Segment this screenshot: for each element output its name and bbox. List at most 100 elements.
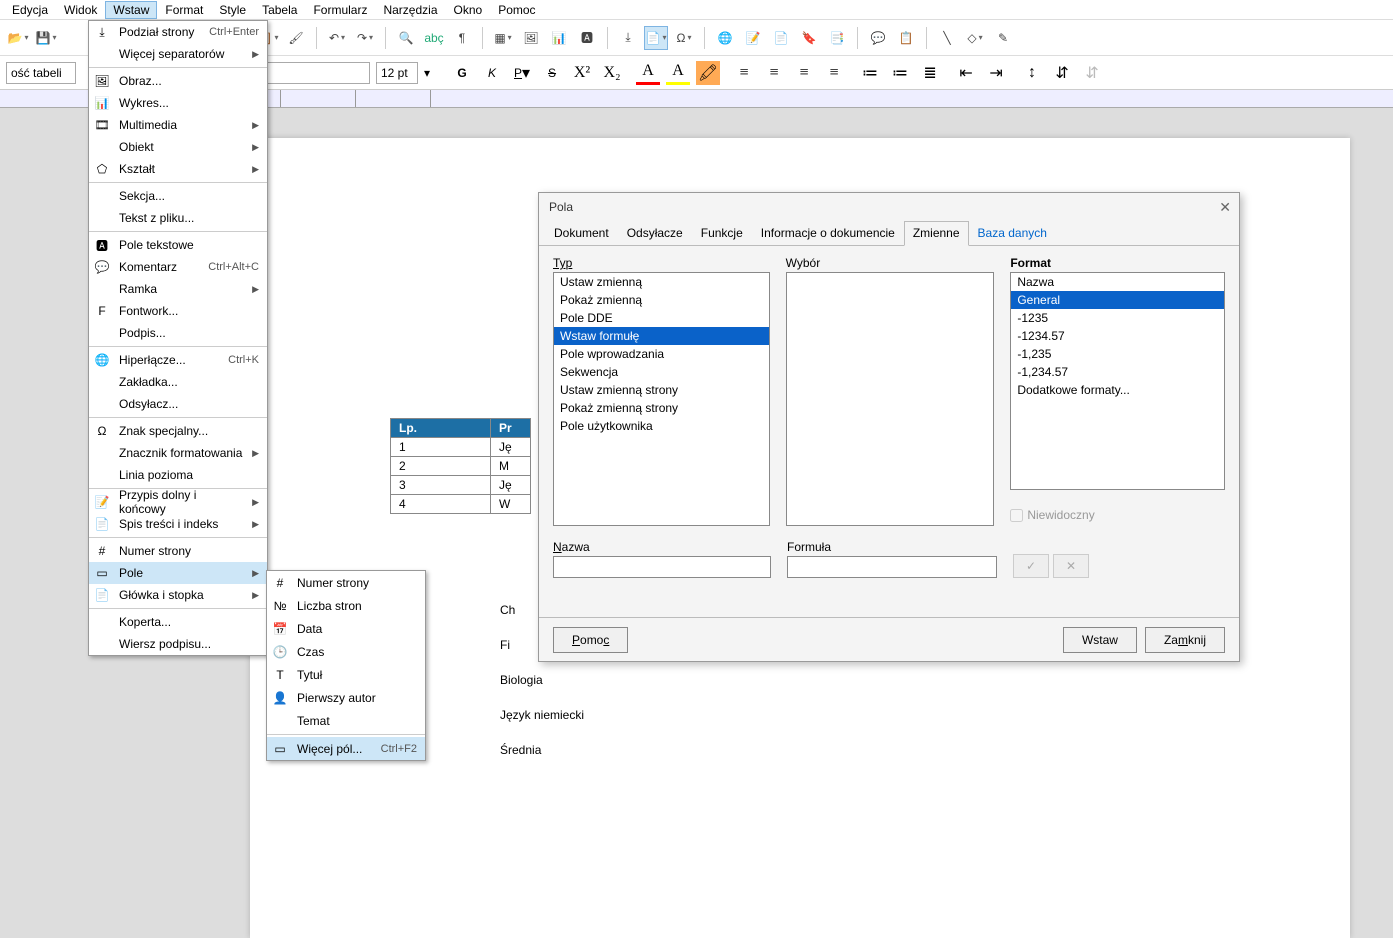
formula-input[interactable] [787, 556, 997, 578]
format-item[interactable]: Dodatkowe formaty... [1011, 381, 1224, 399]
wstaw-button[interactable]: Wstaw [1063, 627, 1137, 653]
typ-item[interactable]: Ustaw zmienną [554, 273, 769, 291]
tab-informacje[interactable]: Informacje o dokumencie [752, 221, 904, 246]
table-cell[interactable]: W [491, 495, 531, 514]
menu-item[interactable]: ⤓Podział stronyCtrl+Enter [89, 21, 267, 43]
typ-item[interactable]: Pole wprowadzania [554, 345, 769, 363]
menu-item[interactable]: 📝Przypis dolny i końcowy▶ [89, 491, 267, 513]
superscript-button[interactable]: X² [570, 61, 594, 85]
open-icon[interactable]: 📂 [6, 26, 30, 50]
menu-item[interactable]: ⬠Kształt▶ [89, 158, 267, 180]
hyperlink-icon[interactable]: 🌐 [713, 26, 737, 50]
close-icon[interactable]: ✕ [1219, 199, 1231, 216]
menu-item[interactable]: Wiersz podpisu... [89, 633, 267, 655]
menu-item[interactable]: Więcej separatorów▶ [89, 43, 267, 65]
menu-pomoc[interactable]: Pomoc [490, 1, 543, 19]
tab-funkcje[interactable]: Funkcje [692, 221, 752, 246]
submenu-item[interactable]: №Liczba stron [267, 594, 425, 617]
table-cell[interactable]: M [491, 457, 531, 476]
typ-item[interactable]: Ustaw zmienną strony [554, 381, 769, 399]
menu-item[interactable]: Linia pozioma [89, 464, 267, 486]
field-icon[interactable]: 📄 [644, 26, 668, 50]
table-cell[interactable]: 4 [391, 495, 491, 514]
find-icon[interactable]: 🔍 [394, 26, 418, 50]
menu-item[interactable]: 📄Spis treści i indeks▶ [89, 513, 267, 535]
tab-odsylacze[interactable]: Odsyłacze [618, 221, 692, 246]
apply-icon[interactable]: ✓ [1013, 554, 1049, 578]
endnote-icon[interactable]: 📄 [769, 26, 793, 50]
document-table[interactable]: Lp. Pr 1Ję 2M 3Ję 4W [390, 418, 531, 514]
table-cell[interactable]: 1 [391, 438, 491, 457]
spellcheck-icon[interactable]: abç [422, 26, 446, 50]
help-button[interactable]: Pomoc [553, 627, 628, 653]
trackchanges-icon[interactable]: 📋 [894, 26, 918, 50]
wybor-list[interactable] [786, 272, 995, 526]
menu-item[interactable]: Odsyłacz... [89, 393, 267, 415]
pagebreak-icon[interactable]: ⤓ [616, 26, 640, 50]
strike-button[interactable]: S [540, 61, 564, 85]
tab-dokument[interactable]: Dokument [545, 221, 618, 246]
draw-icon[interactable]: ✎ [991, 26, 1015, 50]
menu-item[interactable]: 💬KomentarzCtrl+Alt+C [89, 256, 267, 278]
typ-item[interactable]: Sekwencja [554, 363, 769, 381]
menu-okno[interactable]: Okno [446, 1, 491, 19]
submenu-item[interactable]: 📅Data [267, 617, 425, 640]
redo-icon[interactable]: ↷ [353, 26, 377, 50]
menu-edycja[interactable]: Edycja [4, 1, 56, 19]
menu-narzedzia[interactable]: Narzędzia [375, 1, 445, 19]
highlight-button[interactable]: A [666, 61, 690, 85]
table-cell[interactable]: Ję [491, 438, 531, 457]
menu-item[interactable]: 📄Główka i stopka▶ [89, 584, 267, 606]
outline-button[interactable]: ≣ [918, 61, 942, 85]
para-style-select[interactable]: ość tabeli [6, 62, 76, 84]
zamknij-button[interactable]: Zamknij [1145, 627, 1225, 653]
table-cell[interactable]: Ję [491, 476, 531, 495]
menu-item[interactable]: 🅰Pole tekstowe [89, 234, 267, 256]
para-spacing-button[interactable]: ⇵ [1050, 61, 1074, 85]
line-spacing-button[interactable]: ↕ [1020, 61, 1044, 85]
menu-item[interactable]: Sekcja... [89, 185, 267, 207]
align-center-button[interactable]: ≡ [762, 61, 786, 85]
menu-item[interactable]: Obiekt▶ [89, 136, 267, 158]
line-icon[interactable]: ╲ [935, 26, 959, 50]
typ-item[interactable]: Pole DDE [554, 309, 769, 327]
image-icon[interactable]: 🖼 [519, 26, 543, 50]
menu-tabela[interactable]: Tabela [254, 1, 305, 19]
font-size-select[interactable]: 12 pt [376, 62, 418, 84]
table-cell[interactable]: 3 [391, 476, 491, 495]
delete-icon[interactable]: ✕ [1053, 554, 1089, 578]
menu-item[interactable]: Zakładka... [89, 371, 267, 393]
number-list-button[interactable]: ≔ [888, 61, 912, 85]
align-right-button[interactable]: ≡ [792, 61, 816, 85]
char-bg-button[interactable]: 🖍 [696, 61, 720, 85]
align-justify-button[interactable]: ≡ [822, 61, 846, 85]
tab-zmienne[interactable]: Zmienne [904, 221, 969, 246]
special-char-icon[interactable]: Ω [672, 26, 696, 50]
indent-inc-button[interactable]: ⇥ [984, 61, 1008, 85]
menu-item[interactable]: Tekst z pliku... [89, 207, 267, 229]
format-item[interactable]: -1,235 [1011, 345, 1224, 363]
menu-item[interactable]: 🎞Multimedia▶ [89, 114, 267, 136]
format-item[interactable]: -1234.57 [1011, 327, 1224, 345]
undo-icon[interactable]: ↶ [325, 26, 349, 50]
pilcrow-icon[interactable]: ¶ [450, 26, 474, 50]
bullet-list-button[interactable]: ≔ [858, 61, 882, 85]
submenu-item[interactable]: Temat [267, 709, 425, 732]
submenu-item[interactable]: #Numer strony [267, 571, 425, 594]
format-item[interactable]: -1,234.57 [1011, 363, 1224, 381]
table-cell[interactable]: 2 [391, 457, 491, 476]
font-color-button[interactable]: A [636, 61, 660, 85]
table-icon[interactable]: ▦ [491, 26, 515, 50]
menu-item[interactable]: Podpis... [89, 322, 267, 344]
menu-item[interactable]: Koperta... [89, 611, 267, 633]
menu-item[interactable]: Ramka▶ [89, 278, 267, 300]
menu-format[interactable]: Format [157, 1, 211, 19]
menu-formularz[interactable]: Formularz [305, 1, 375, 19]
crossref-icon[interactable]: 📑 [825, 26, 849, 50]
shape-icon[interactable]: ◇ [963, 26, 987, 50]
textbox-icon[interactable]: 🅰 [575, 26, 599, 50]
menu-widok[interactable]: Widok [56, 1, 105, 19]
bold-button[interactable]: G [450, 61, 474, 85]
save-icon[interactable]: 💾 [34, 26, 58, 50]
underline-button[interactable]: P ▾ [510, 61, 534, 85]
